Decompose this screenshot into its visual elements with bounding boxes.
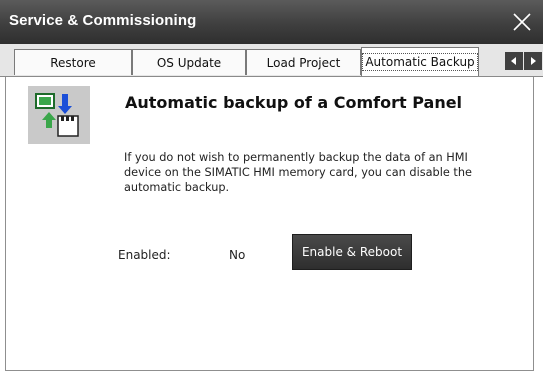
backup-icon	[28, 86, 90, 144]
enabled-label: Enabled:	[118, 248, 171, 262]
tab-label: Automatic Backup	[362, 53, 478, 71]
tab-bar: Restore OS Update Load Project Automatic…	[0, 44, 543, 77]
chevron-right-icon	[531, 57, 536, 65]
tab-label: Restore	[50, 55, 96, 70]
tab-automatic-backup[interactable]: Automatic Backup	[361, 47, 479, 76]
chevron-left-icon	[511, 57, 516, 65]
tab-label: OS Update	[156, 55, 222, 70]
close-button[interactable]	[501, 0, 543, 44]
tab-load-project[interactable]: Load Project	[246, 49, 361, 75]
tab-label: Load Project	[266, 55, 341, 70]
tab-scroll-left-button[interactable]	[505, 52, 523, 70]
page-description: If you do not wish to permanently backup…	[124, 151, 472, 194]
tab-os-update[interactable]: OS Update	[132, 49, 246, 75]
window-title: Service & Commissioning	[9, 12, 197, 29]
enable-reboot-button[interactable]: Enable & Reboot	[292, 234, 412, 270]
tab-scroll-right-button[interactable]	[524, 52, 542, 70]
tab-restore[interactable]: Restore	[14, 49, 132, 75]
close-icon	[513, 13, 531, 31]
page-title: Automatic backup of a Comfort Panel	[125, 93, 463, 112]
enabled-value: No	[229, 248, 246, 262]
title-bar: Service & Commissioning	[0, 0, 543, 44]
